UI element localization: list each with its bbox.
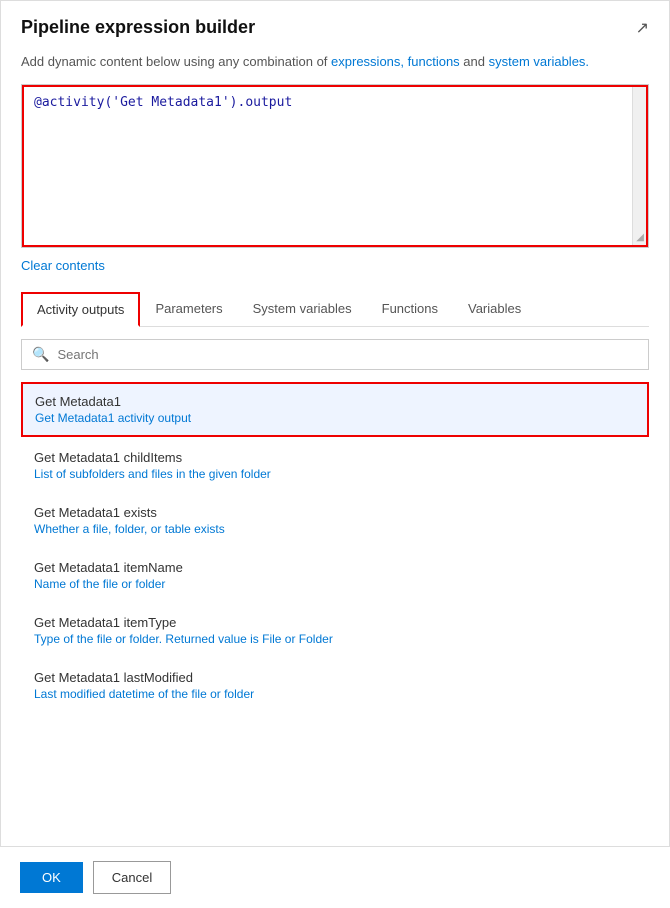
tabs-bar: Activity outputs Parameters System varia…: [21, 291, 649, 327]
expression-textarea[interactable]: @activity('Get Metadata1').output: [24, 87, 646, 242]
tab-system-variables[interactable]: System variables: [238, 292, 367, 327]
ok-button[interactable]: OK: [20, 862, 83, 893]
dialog-header: Pipeline expression builder ↗: [1, 1, 669, 48]
list-item-title: Get Metadata1 itemType: [34, 615, 636, 630]
system-variables-link[interactable]: system variables.: [489, 54, 589, 69]
list-item-desc: Name of the file or folder: [34, 577, 636, 591]
search-box: 🔍: [21, 339, 649, 370]
expression-input-box: @activity('Get Metadata1').output ◢: [22, 85, 648, 247]
list-item-title: Get Metadata1: [35, 394, 635, 409]
list-item-title: Get Metadata1 exists: [34, 505, 636, 520]
main-content: Activity outputs Parameters System varia…: [1, 283, 669, 908]
pipeline-expression-builder-dialog: Pipeline expression builder ↗ Add dynami…: [0, 0, 670, 908]
tab-activity-outputs[interactable]: Activity outputs: [21, 292, 140, 327]
tab-parameters[interactable]: Parameters: [140, 292, 237, 327]
list-item[interactable]: Get Metadata1 childItems List of subfold…: [21, 439, 649, 492]
subtitle: Add dynamic content below using any comb…: [1, 48, 669, 84]
list-item-title: Get Metadata1 lastModified: [34, 670, 636, 685]
items-list: Get Metadata1 Get Metadata1 activity out…: [1, 382, 669, 838]
list-item-desc: Get Metadata1 activity output: [35, 411, 635, 425]
dialog-title: Pipeline expression builder: [21, 17, 255, 38]
cancel-button[interactable]: Cancel: [93, 861, 171, 894]
list-item-title: Get Metadata1 itemName: [34, 560, 636, 575]
expand-icon[interactable]: ↗: [636, 18, 649, 38]
resize-handle[interactable]: ◢: [636, 233, 644, 243]
list-item[interactable]: Get Metadata1 Get Metadata1 activity out…: [21, 382, 649, 437]
list-item-title: Get Metadata1 childItems: [34, 450, 636, 465]
list-item[interactable]: Get Metadata1 lastModified Last modified…: [21, 659, 649, 712]
clear-contents-link[interactable]: Clear contents: [1, 248, 669, 283]
list-item-desc: Type of the file or folder. Returned val…: [34, 632, 636, 646]
search-input[interactable]: [57, 347, 638, 362]
list-item-desc: List of subfolders and files in the give…: [34, 467, 636, 481]
expression-area: @activity('Get Metadata1').output ◢: [21, 84, 649, 248]
functions-link[interactable]: functions: [408, 54, 460, 69]
list-item-desc: Last modified datetime of the file or fo…: [34, 687, 636, 701]
tab-functions[interactable]: Functions: [367, 292, 453, 327]
tabs-section: Activity outputs Parameters System varia…: [1, 283, 669, 339]
list-item-desc: Whether a file, folder, or table exists: [34, 522, 636, 536]
search-icon: 🔍: [32, 346, 49, 363]
tab-variables[interactable]: Variables: [453, 292, 536, 327]
expressions-link[interactable]: expressions,: [331, 54, 404, 69]
dialog-footer: OK Cancel: [0, 846, 670, 908]
textarea-scrollbar[interactable]: [632, 87, 646, 245]
list-item[interactable]: Get Metadata1 exists Whether a file, fol…: [21, 494, 649, 547]
list-item[interactable]: Get Metadata1 itemType Type of the file …: [21, 604, 649, 657]
list-item[interactable]: Get Metadata1 itemName Name of the file …: [21, 549, 649, 602]
